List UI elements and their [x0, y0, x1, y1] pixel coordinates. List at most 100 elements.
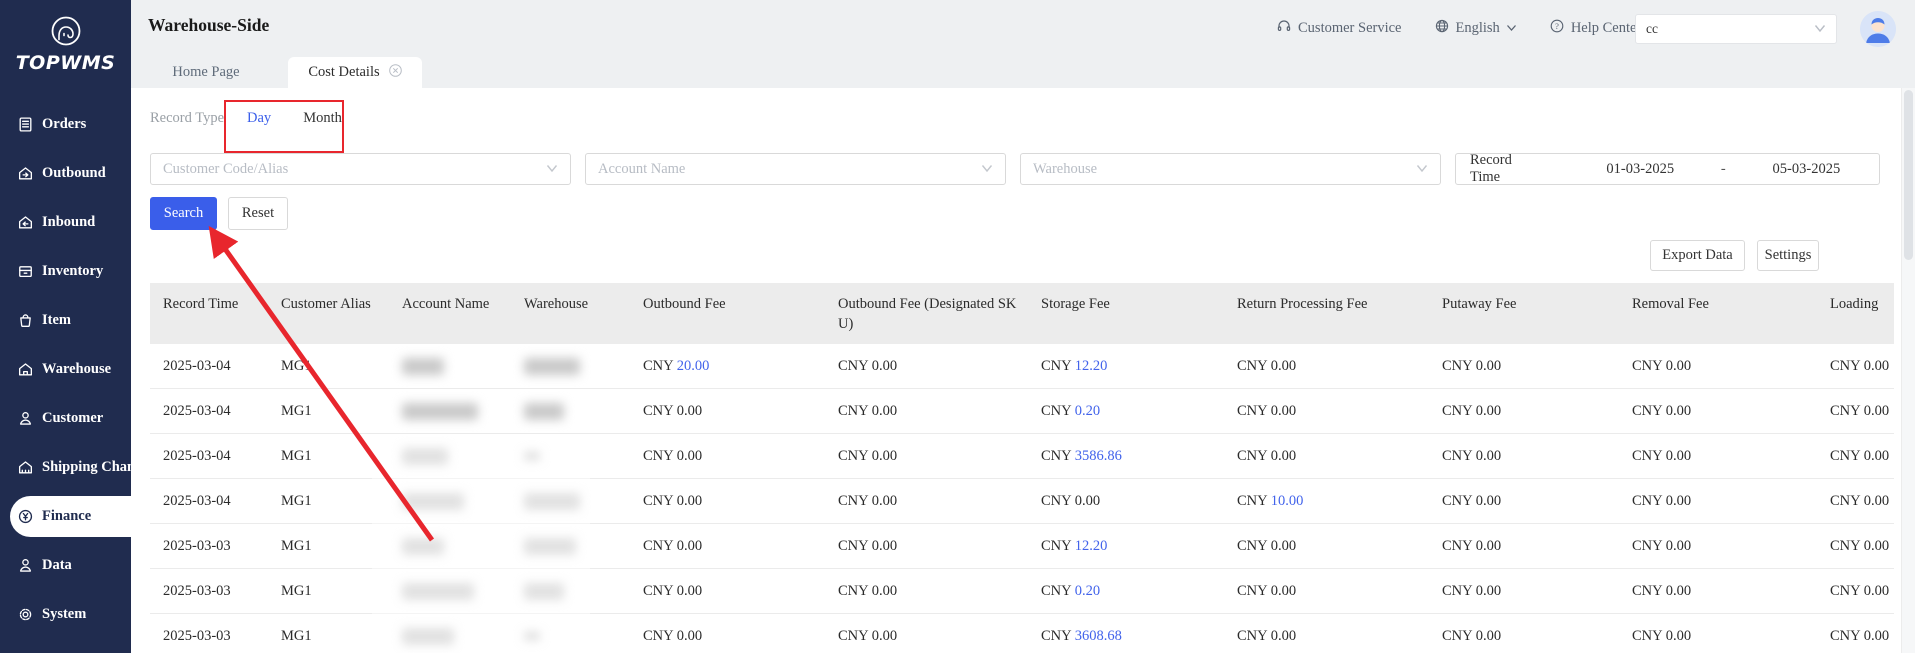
account-name-select[interactable]: Account Name — [585, 153, 1006, 185]
cell-fee: CNY 0.00 — [1429, 493, 1619, 510]
record-time-to[interactable]: 05-03-2025 — [1748, 161, 1865, 178]
topbar: Warehouse-Side Customer Service English — [131, 0, 1915, 57]
currency-code: CNY — [643, 448, 677, 464]
currency-code: CNY — [1041, 358, 1075, 374]
column-header-outbound-fee: Outbound Fee — [630, 283, 825, 344]
warehouse-select[interactable]: Warehouse — [1020, 153, 1441, 185]
currency-code: CNY — [1442, 493, 1476, 509]
currency-code: CNY — [1041, 628, 1075, 644]
currency-code: CNY — [1632, 358, 1666, 374]
fee-amount: 0.00 — [1666, 493, 1691, 509]
fee-amount: 0.00 — [872, 493, 897, 509]
cell-account-name-redacted — [389, 403, 511, 420]
fee-amount: 0.00 — [872, 448, 897, 464]
inbound-icon — [17, 214, 34, 231]
tabbar: Home Page Cost Details — [131, 57, 1915, 88]
cell-fee: CNY 0.00 — [630, 628, 825, 645]
fee-amount-link[interactable]: 3608.68 — [1075, 628, 1122, 644]
reset-button[interactable]: Reset — [228, 197, 288, 230]
currency-code: CNY — [838, 403, 872, 419]
page-title: Warehouse-Side — [148, 15, 269, 36]
currency-code: CNY — [1442, 448, 1476, 464]
column-header-return-processing-fee: Return Processing Fee — [1224, 283, 1429, 344]
record-time-from[interactable]: 01-03-2025 — [1582, 161, 1699, 178]
table-row: 2025-03-04MG1CNY 0.00CNY 0.00CNY 0.20CNY… — [150, 389, 1894, 434]
table-row: 2025-03-04MG1CNY 20.00CNY 0.00CNY 12.20C… — [150, 344, 1894, 389]
topwms-elephant-logo-icon — [0, 12, 131, 50]
cell-fee: CNY 20.00 — [630, 358, 825, 375]
search-button[interactable]: Search — [150, 197, 217, 230]
currency-code: CNY — [838, 493, 872, 509]
language-switcher[interactable]: English — [1434, 18, 1517, 39]
cell-fee: CNY 0.00 — [825, 448, 1028, 465]
sidebar-item-inbound[interactable]: Inbound — [0, 198, 131, 247]
tab-close-icon[interactable] — [389, 64, 402, 82]
currency-code: CNY — [1041, 538, 1075, 554]
tab-home-page-label: Home Page — [172, 64, 239, 81]
fee-amount: 0.00 — [1476, 583, 1501, 599]
record-time-range-picker[interactable]: Record Time 01-03-2025 - 05-03-2025 — [1455, 153, 1880, 185]
export-data-button[interactable]: Export Data — [1650, 240, 1745, 271]
record-type-option-month[interactable]: Month — [303, 110, 342, 127]
logo: TOPWMS — [0, 0, 131, 74]
fee-amount-link[interactable]: 0.20 — [1075, 583, 1100, 599]
cell-record-time: 2025-03-03 — [150, 538, 268, 555]
sidebar-item-orders[interactable]: Orders — [0, 100, 131, 149]
currency-code: CNY — [1830, 628, 1864, 644]
fee-amount: 0.00 — [677, 538, 702, 554]
fee-amount: 0.00 — [1666, 628, 1691, 644]
sidebar-item-inventory[interactable]: Inventory — [0, 247, 131, 296]
cell-fee: CNY 10.00 — [1224, 493, 1429, 510]
settings-button[interactable]: Settings — [1757, 240, 1819, 271]
sidebar-item-outbound[interactable]: Outbound — [0, 149, 131, 198]
cell-fee: CNY 0.00 — [1429, 583, 1619, 600]
cell-fee: CNY 0.00 — [825, 403, 1028, 420]
record-type-option-day[interactable]: Day — [247, 110, 271, 127]
currency-code: CNY — [838, 583, 872, 599]
sidebar-item-shipping-channel[interactable]: Shipping Channel — [0, 443, 131, 492]
currency-code: CNY — [1830, 448, 1864, 464]
chevron-down-icon — [1506, 20, 1517, 37]
fee-amount-link[interactable]: 12.20 — [1075, 358, 1108, 374]
fee-amount: 0.00 — [1864, 628, 1889, 644]
cell-fee: CNY 0.00 — [1817, 358, 1894, 375]
tab-cost-details-label: Cost Details — [308, 64, 379, 81]
scrollbar-thumb[interactable] — [1904, 90, 1913, 260]
sidebar-item-system[interactable]: System — [0, 590, 131, 639]
sidebar-item-warehouse[interactable]: Warehouse — [0, 345, 131, 394]
sidebar-item-finance[interactable]: Finance — [0, 492, 131, 541]
table-header-row: Record TimeCustomer AliasAccount NameWar… — [150, 283, 1894, 344]
fee-amount-link[interactable]: 0.20 — [1075, 403, 1100, 419]
fee-amount-link[interactable]: 20.00 — [677, 358, 710, 374]
tab-home-page[interactable]: Home Page — [148, 57, 264, 88]
cell-fee: CNY 0.00 — [825, 493, 1028, 510]
currency-code: CNY — [1041, 448, 1075, 464]
customer-code-alias-select[interactable]: Customer Code/Alias — [150, 153, 571, 185]
fee-amount-link[interactable]: 10.00 — [1271, 493, 1304, 509]
user-avatar[interactable] — [1860, 11, 1896, 47]
currency-code: CNY — [838, 538, 872, 554]
topbar-links: Customer Service English ? Help Center — [1276, 0, 1641, 57]
fee-amount-link[interactable]: 3586.86 — [1075, 448, 1122, 464]
currency-code: CNY — [643, 493, 677, 509]
sidebar-item-item[interactable]: Item — [0, 296, 131, 345]
vertical-scrollbar[interactable] — [1901, 88, 1915, 653]
record-time-label: Record Time — [1470, 152, 1544, 186]
currency-code: CNY — [1237, 583, 1271, 599]
redacted-blur — [524, 452, 540, 460]
user-account-select[interactable]: cc — [1635, 14, 1837, 44]
customer-service-link[interactable]: Customer Service — [1276, 18, 1402, 39]
currency-code: CNY — [643, 358, 677, 374]
help-center-link[interactable]: ? Help Center — [1549, 18, 1641, 39]
cell-fee: CNY 0.00 — [1817, 538, 1894, 555]
sidebar-item-label: Orders — [42, 116, 86, 133]
fee-amount: 0.00 — [872, 583, 897, 599]
sidebar-item-data[interactable]: Data — [0, 541, 131, 590]
sidebar-item-customer[interactable]: Customer — [0, 394, 131, 443]
fee-amount-link[interactable]: 12.20 — [1075, 538, 1108, 554]
tab-cost-details[interactable]: Cost Details — [288, 57, 422, 88]
cell-fee: CNY 0.00 — [630, 448, 825, 465]
cell-record-time: 2025-03-03 — [150, 583, 268, 600]
currency-code: CNY — [1830, 358, 1864, 374]
sidebar-item-label: Item — [42, 312, 71, 329]
